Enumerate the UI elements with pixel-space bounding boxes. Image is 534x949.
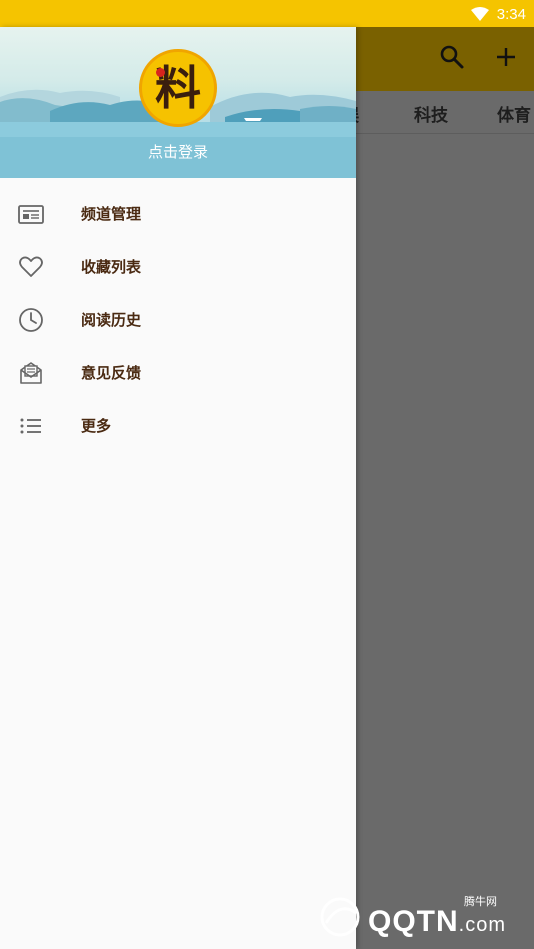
navigation-drawer: 料 点击登录 频道管理 收藏列表 阅读历史 意见反馈 更多 <box>0 27 356 949</box>
menu-label: 意见反馈 <box>81 364 142 382</box>
plus-icon[interactable] <box>492 43 520 71</box>
tab-sports[interactable]: 体育 <box>497 101 531 126</box>
menu-item-favorites[interactable]: 收藏列表 <box>0 240 356 293</box>
watermark-suffix: .com <box>458 914 507 936</box>
newspaper-icon <box>17 200 45 228</box>
wifi-icon <box>470 7 489 21</box>
app-logo[interactable]: 料 <box>139 49 217 127</box>
drawer-header: 料 点击登录 <box>0 27 356 178</box>
mail-icon <box>17 359 45 387</box>
login-link[interactable]: 点击登录 <box>0 141 356 162</box>
watermark-logo-icon <box>320 897 360 937</box>
menu-label: 更多 <box>81 417 112 435</box>
menu-label: 频道管理 <box>81 205 142 223</box>
menu-item-more[interactable]: 更多 <box>0 399 356 452</box>
search-icon[interactable] <box>438 43 466 71</box>
tab-tech[interactable]: 科技 <box>414 101 448 126</box>
menu-item-reading-history[interactable]: 阅读历史 <box>0 293 356 346</box>
status-bar: 3:34 <box>0 0 534 27</box>
tab-divider <box>356 133 534 134</box>
menu-label: 收藏列表 <box>81 258 142 276</box>
list-icon <box>17 412 45 440</box>
clock-icon <box>17 306 45 334</box>
status-time: 3:34 <box>496 5 526 23</box>
heart-icon <box>17 253 45 281</box>
logo-dot <box>156 68 165 77</box>
watermark-brand: QQTN <box>368 905 459 938</box>
menu-item-feedback[interactable]: 意见反馈 <box>0 346 356 399</box>
watermark-text: QQTN.com <box>368 905 506 939</box>
drawer-menu: 频道管理 收藏列表 阅读历史 意见反馈 更多 <box>0 187 356 452</box>
qqtn-watermark: 腾牛网 QQTN.com <box>316 887 526 943</box>
menu-item-channel-management[interactable]: 频道管理 <box>0 187 356 240</box>
menu-label: 阅读历史 <box>81 311 142 329</box>
